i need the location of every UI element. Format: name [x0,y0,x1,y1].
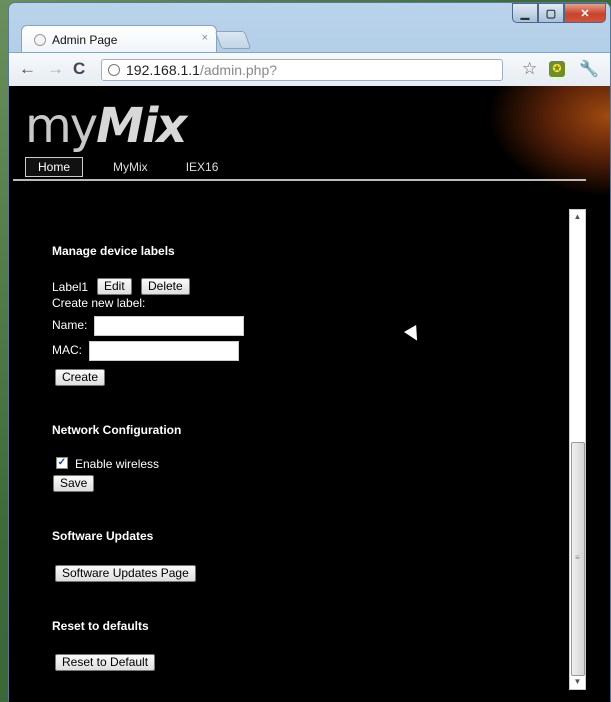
url-host: 192.168.1.1 [126,62,200,78]
window-caption-buttons: ▁ ▢ ✕ [512,3,606,23]
page-favicon-icon [34,33,46,46]
delete-label-button[interactable]: Delete [141,278,190,295]
page-scrollbar[interactable]: ▲ ≡ ▼ [569,209,586,690]
software-updates-page-button[interactable]: Software Updates Page [55,565,196,582]
name-field[interactable] [94,316,244,336]
bookmark-star-icon[interactable]: ☆ [522,59,537,79]
create-label-button[interactable]: Create [55,369,106,386]
tab-close-icon[interactable]: × [202,32,208,44]
nav-home[interactable]: Home [25,157,84,177]
labels-section-title: Manage device labels [52,244,175,258]
admin-content: Manage device labels Label1 Edit Delete … [9,209,574,702]
network-section-title: Network Configuration [52,423,182,437]
reset-section-title: Reset to defaults [52,619,149,633]
reset-to-default-button[interactable]: Reset to Default [55,654,156,671]
close-window-button[interactable]: ✕ [564,3,606,23]
nav-iex16[interactable]: IEX16 [178,158,227,176]
scroll-down-arrow-icon[interactable]: ▼ [570,675,585,689]
site-nav: Home MyMix IEX16 [25,157,248,177]
save-network-button[interactable]: Save [53,475,95,492]
site-header: myMix Home MyMix IEX16 [9,86,610,209]
reload-icon[interactable]: C [73,59,85,79]
mac-field-label: MAC: [52,343,82,357]
mac-field[interactable] [89,341,239,361]
extension-icon[interactable]: ✪ [549,61,565,77]
header-divider [13,179,586,181]
minimize-button[interactable]: ▁ [512,3,538,23]
updates-section-title: Software Updates [52,529,154,543]
browser-toolbar: ← → C 192.168.1.1/admin.php? ☆ ✪ 🔧 [9,52,610,86]
scroll-grip-icon: ≡ [575,553,580,562]
wrench-menu-icon[interactable]: 🔧 [579,59,599,79]
address-bar[interactable]: 192.168.1.1/admin.php? [101,59,503,81]
nav-mymix[interactable]: MyMix [105,158,156,176]
enable-wireless-label: Enable wireless [75,457,160,471]
url-path: /admin.php? [199,62,278,78]
maximize-button[interactable]: ▢ [538,3,564,23]
edit-label-button[interactable]: Edit [97,278,132,295]
tab-title: Admin Page [52,32,118,47]
new-tab-button[interactable] [214,31,252,49]
page-viewport: myMix Home MyMix IEX16 Manage device lab… [9,86,610,702]
scroll-thumb[interactable]: ≡ [571,442,585,676]
create-new-label-heading: Create new label: [52,296,146,310]
name-field-label: Name: [52,318,88,332]
page-info-icon[interactable] [108,64,120,76]
existing-label-name: Label1 [52,280,89,294]
forward-arrow-icon[interactable]: → [47,59,64,79]
mymix-logo: myMix [25,98,187,154]
scroll-up-arrow-icon[interactable]: ▲ [570,210,585,224]
enable-wireless-checkbox[interactable]: ✓ [56,457,68,469]
mouse-cursor-icon [404,325,424,345]
browser-window: ▁ ▢ ✕ Admin Page × ← → C 192.168.1.1/adm… [8,2,611,702]
back-arrow-icon[interactable]: ← [19,59,36,79]
browser-tab[interactable]: Admin Page × [21,25,217,53]
